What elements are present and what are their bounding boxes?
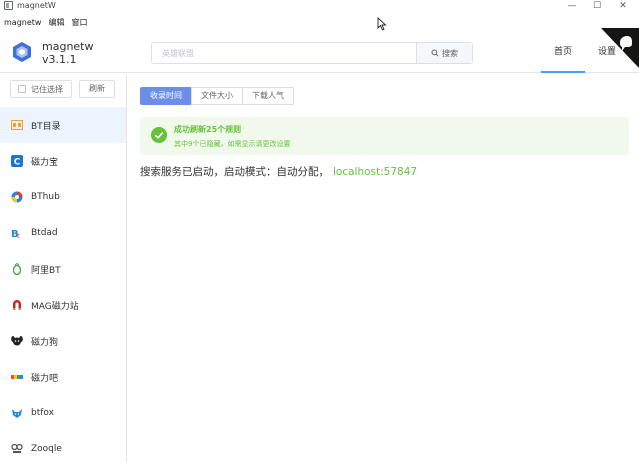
- sidebar-item-mag[interactable]: MAG磁力站: [0, 287, 126, 323]
- success-alert: 成功刷新25个规则 其中9个已隐藏，如需显示请更改设置: [140, 117, 629, 155]
- site-list: BT目录 C 磁力宝 BThub Bt Btdad 阿里BT MAG磁力站 磁力…: [0, 107, 126, 462]
- title-bar: magnetW — ☐ ✕: [0, 0, 639, 13]
- sidebar-item-label: 磁力狗: [31, 337, 59, 348]
- search-input[interactable]: [152, 43, 416, 63]
- sidebar-item-bthub[interactable]: BThub: [0, 179, 126, 215]
- service-url: localhost:57847: [333, 166, 418, 178]
- btdad-icon: Bt: [11, 227, 23, 239]
- sort-button-group: 收录时间 文件大小 下载人气: [140, 87, 294, 105]
- sidebar: 记住选择 刷新 BT目录 C 磁力宝 BThub Bt Btdad 阿里BT M…: [0, 74, 127, 462]
- dog-icon: [11, 335, 23, 347]
- sort-by-size-button[interactable]: 文件大小: [191, 87, 243, 105]
- sidebar-item-label: 阿里BT: [31, 265, 61, 276]
- success-check-icon: [151, 127, 167, 143]
- bthub-icon: [11, 191, 23, 203]
- sidebar-item-btfox[interactable]: btfox: [0, 395, 126, 431]
- svg-text:t: t: [17, 232, 20, 239]
- sidebar-item-btdad[interactable]: Bt Btdad: [0, 215, 126, 251]
- sidebar-item-zooqle[interactable]: Zooqle: [0, 431, 126, 462]
- sort-by-time-button[interactable]: 收录时间: [140, 87, 192, 105]
- fox-icon: [11, 407, 23, 419]
- alibt-icon: [11, 263, 23, 275]
- menu-bar: magnetw 编辑 窗口: [0, 14, 639, 30]
- close-button[interactable]: ✕: [614, 0, 632, 12]
- menu-magnetw[interactable]: magnetw: [4, 18, 41, 27]
- refresh-button[interactable]: 刷新: [79, 80, 115, 98]
- tab-home[interactable]: 首页: [541, 32, 585, 73]
- sort-by-popularity-button[interactable]: 下载人气: [242, 87, 294, 105]
- sidebar-item-label: 磁力吧: [31, 373, 59, 384]
- sidebar-tools: 记住选择 刷新: [0, 74, 127, 104]
- sidebar-item-label: btfox: [31, 408, 54, 418]
- remember-selection-checkbox[interactable]: 记住选择: [10, 80, 72, 98]
- menu-edit[interactable]: 编辑: [48, 17, 64, 28]
- app-header: magnetw v3.1.1 搜索 首页 设置: [0, 32, 639, 73]
- ciliba-icon: [11, 371, 23, 383]
- sidebar-item-bt-directory[interactable]: BT目录: [0, 107, 126, 143]
- sidebar-item-ciligou[interactable]: 磁力狗: [0, 323, 126, 359]
- menu-window[interactable]: 窗口: [71, 17, 87, 28]
- sidebar-item-label: 磁力宝: [31, 157, 59, 168]
- version-label: v3.1.1: [42, 53, 77, 66]
- magnet-icon: [11, 299, 23, 311]
- cilibao-icon: C: [11, 155, 23, 167]
- checkbox-box[interactable]: [18, 85, 26, 93]
- maximize-button[interactable]: ☐: [588, 0, 606, 12]
- search-button[interactable]: 搜索: [416, 43, 472, 63]
- search-button-label: 搜索: [442, 48, 458, 58]
- window-title: magnetW: [17, 1, 56, 10]
- mouse-cursor-icon: [377, 17, 387, 31]
- sidebar-item-ciliba[interactable]: 磁力吧: [0, 359, 126, 395]
- service-status-text: 搜索服务已启动，启动模式：自动分配，: [140, 166, 329, 178]
- alert-title: 成功刷新25个规则: [174, 125, 242, 134]
- bt-directory-icon: [11, 119, 23, 131]
- remember-selection-label: 记住选择: [31, 84, 63, 94]
- svg-text:C: C: [14, 158, 21, 168]
- service-status: 搜索服务已启动，启动模式：自动分配， localhost:57847: [140, 164, 417, 179]
- sidebar-item-label: BThub: [31, 192, 60, 202]
- minimize-button[interactable]: —: [563, 0, 581, 12]
- sidebar-item-label: BT目录: [31, 121, 61, 132]
- search-box: 搜索: [151, 42, 473, 64]
- sidebar-item-label: MAG磁力站: [31, 301, 79, 312]
- sidebar-item-cilibao[interactable]: C 磁力宝: [0, 143, 126, 179]
- corner-badge-icon[interactable]: [601, 28, 639, 68]
- zooqle-icon: [11, 443, 23, 455]
- sidebar-item-label: Btdad: [31, 228, 58, 238]
- alert-description: 其中9个已隐藏，如需显示请更改设置: [174, 140, 291, 148]
- brand-name: magnetw: [42, 40, 94, 53]
- magnetw-logo-icon: [13, 42, 31, 62]
- search-icon: [431, 49, 439, 57]
- app-icon: [4, 1, 13, 10]
- sidebar-item-alibt[interactable]: 阿里BT: [0, 251, 126, 287]
- sidebar-item-label: Zooqle: [31, 444, 62, 454]
